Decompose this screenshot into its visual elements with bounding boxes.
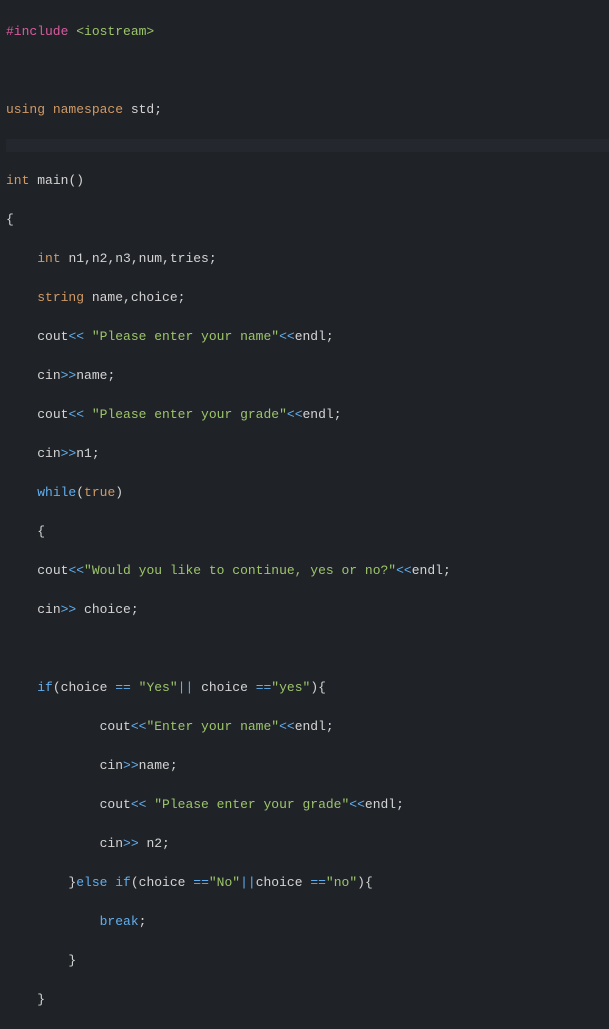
code-line: { (6, 522, 609, 542)
code-line: cout<< "Please enter your grade"<<endl; (6, 405, 609, 425)
code-line (6, 639, 609, 659)
code-line: int main() (6, 171, 609, 191)
code-line: cin>>n1; (6, 444, 609, 464)
code-line: } (6, 951, 609, 971)
code-line: cout<<"Enter your name"<<endl; (6, 717, 609, 737)
code-line: cin>> n2; (6, 834, 609, 854)
code-line (6, 61, 609, 81)
code-line: cout<<"Would you like to continue, yes o… (6, 561, 609, 581)
code-line: string name,choice; (6, 288, 609, 308)
code-line: }else if(choice =="No"||choice =="no"){ (6, 873, 609, 893)
code-line: while(true) (6, 483, 609, 503)
code-line: cin>>name; (6, 756, 609, 776)
code-line: using namespace std; (6, 100, 609, 120)
code-line: break; (6, 912, 609, 932)
code-line: cout<< "Please enter your name"<<endl; (6, 327, 609, 347)
code-line: cin>>name; (6, 366, 609, 386)
code-editor[interactable]: #include <iostream> using namespace std;… (0, 0, 609, 1029)
code-line: if(choice == "Yes"|| choice =="yes"){ (6, 678, 609, 698)
code-line: } (6, 990, 609, 1010)
code-line-cursor (6, 139, 609, 152)
code-line: cout<< "Please enter your grade"<<endl; (6, 795, 609, 815)
code-line: #include <iostream> (6, 22, 609, 42)
code-line: cin>> choice; (6, 600, 609, 620)
code-line: { (6, 210, 609, 230)
code-line: int n1,n2,n3,num,tries; (6, 249, 609, 269)
